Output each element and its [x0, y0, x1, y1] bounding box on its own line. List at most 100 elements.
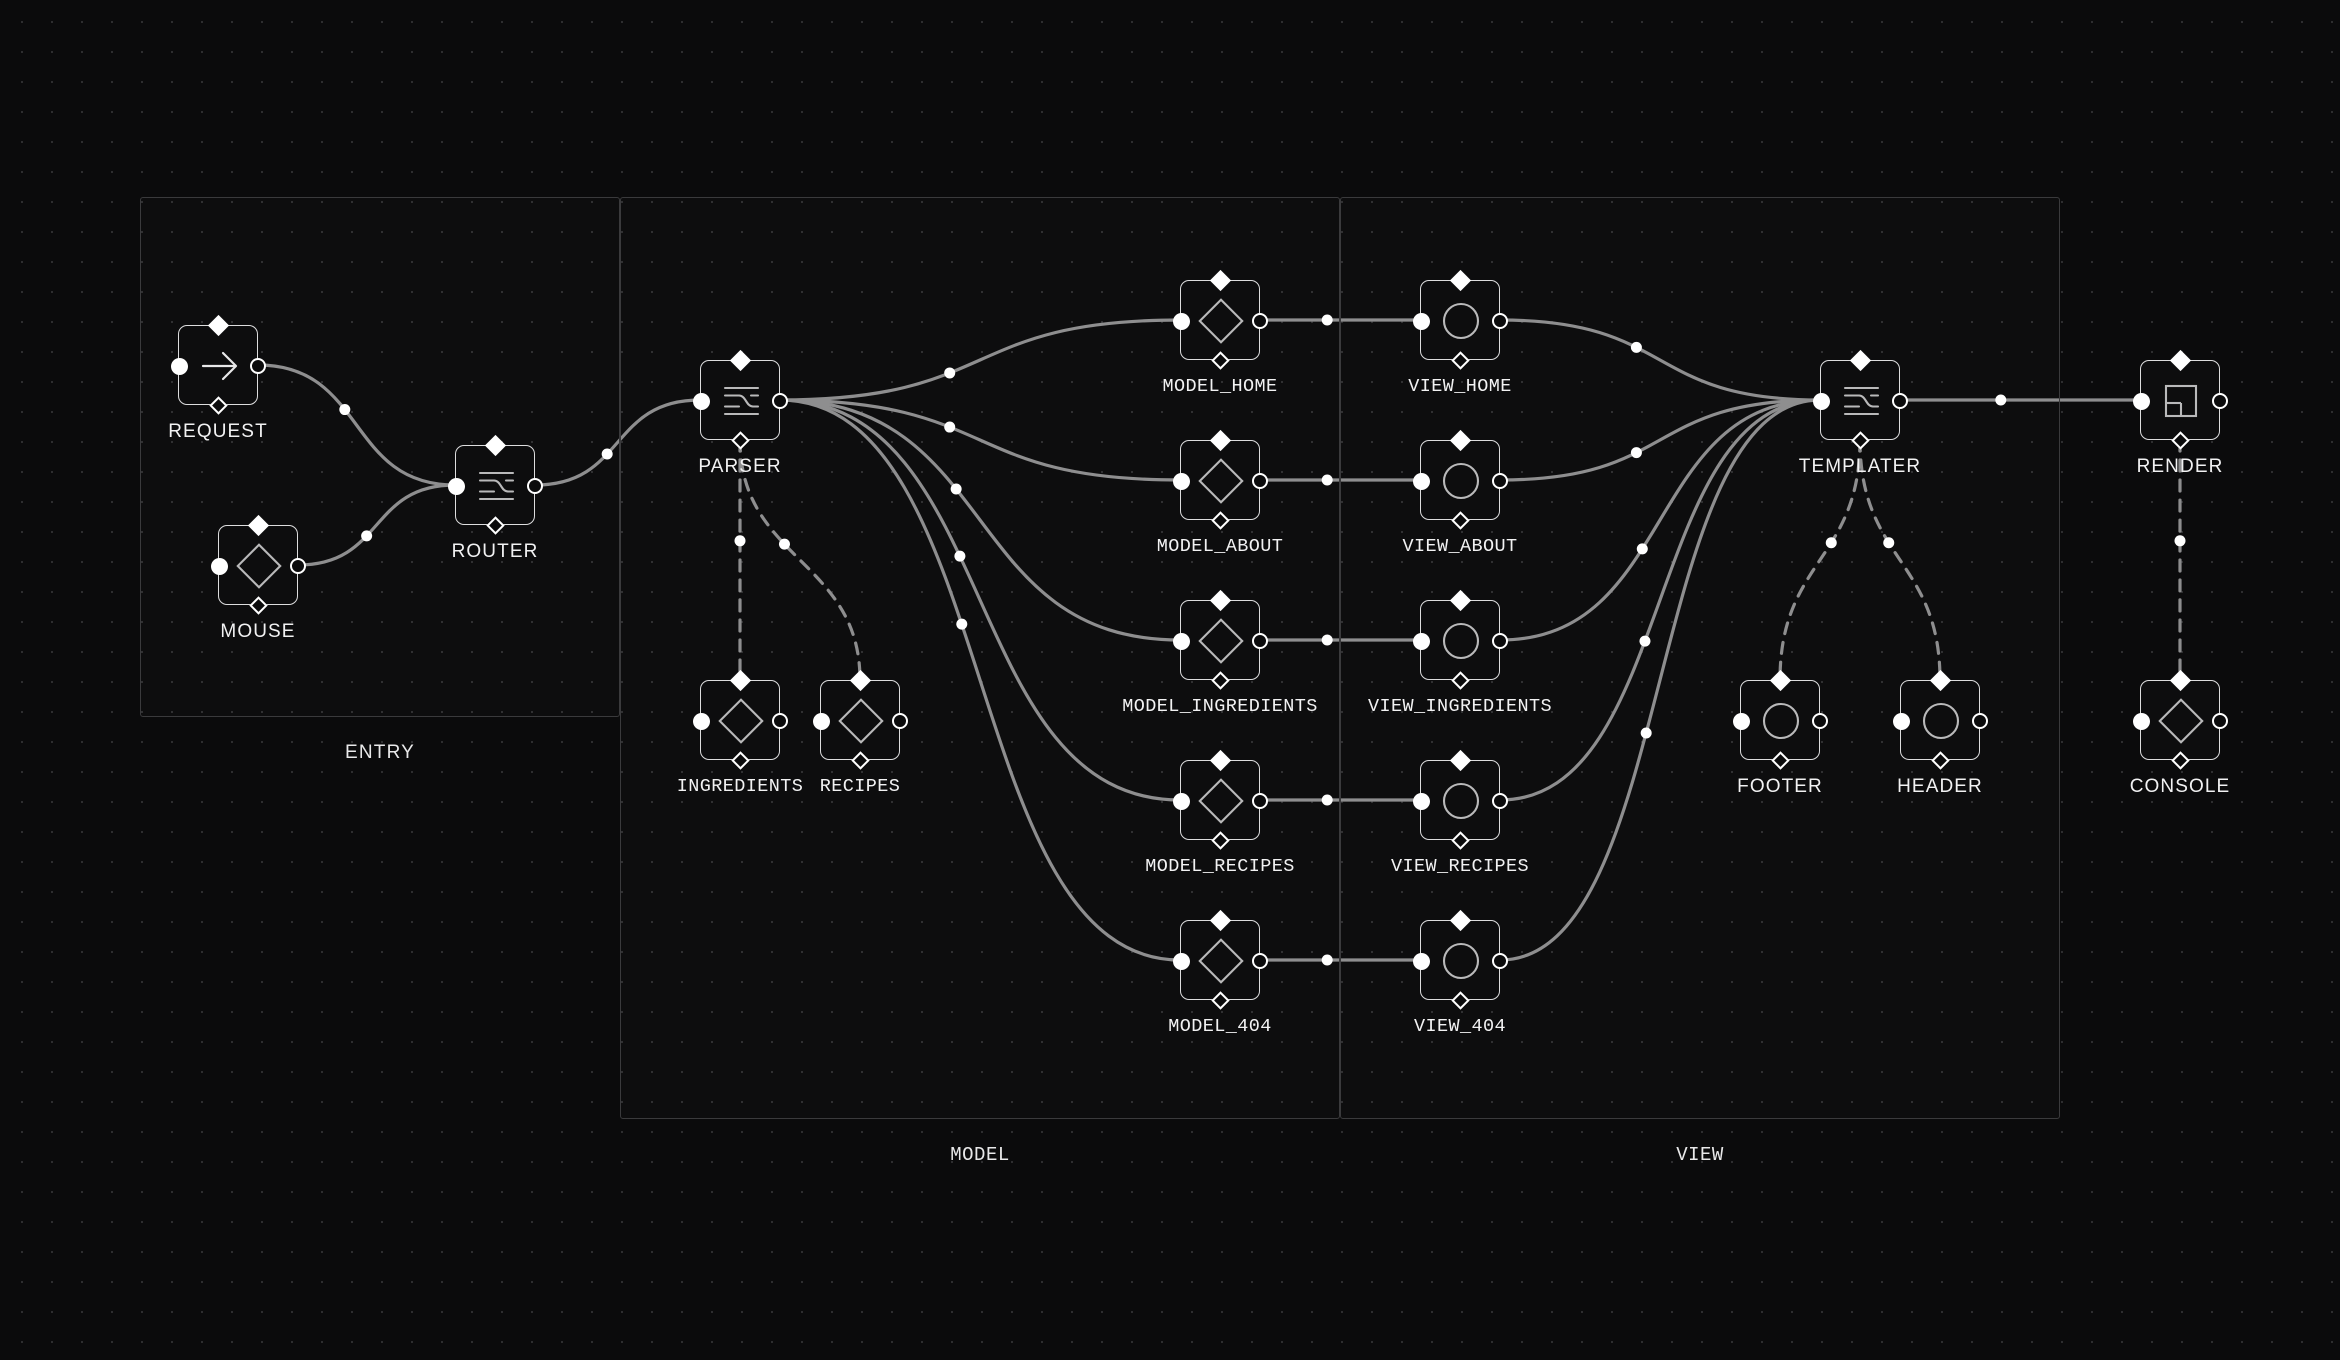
- port-out-header[interactable]: [1972, 713, 1988, 729]
- node-render[interactable]: RENDER: [2132, 349, 2228, 477]
- port-out-view_about[interactable]: [1492, 473, 1508, 489]
- port-in-header[interactable]: [1892, 712, 1910, 730]
- port-out-footer[interactable]: [1812, 713, 1828, 729]
- port-out-mouse[interactable]: [290, 558, 306, 574]
- node-console[interactable]: CONSOLE: [2130, 669, 2229, 797]
- port-in-console[interactable]: [2132, 712, 2150, 730]
- node-label-view_404: VIEW_404: [1413, 1016, 1507, 1037]
- diamond-icon: [701, 681, 779, 759]
- port-in-view_about[interactable]: [1412, 472, 1430, 490]
- node-body-view_ingredients[interactable]: [1412, 589, 1508, 690]
- port-out-render[interactable]: [2212, 393, 2228, 409]
- port-out-request[interactable]: [250, 358, 266, 374]
- port-in-mouse[interactable]: [210, 557, 228, 575]
- node-model_about[interactable]: MODEL_ABOUT: [1157, 429, 1283, 557]
- port-out-parser[interactable]: [772, 393, 788, 409]
- port-out-model_home[interactable]: [1252, 313, 1268, 329]
- port-in-parser[interactable]: [692, 392, 710, 410]
- port-in-model_home[interactable]: [1172, 312, 1190, 330]
- port-out-router[interactable]: [527, 478, 543, 494]
- circle-icon: [1421, 441, 1499, 519]
- node-label-router: ROUTER: [451, 541, 539, 562]
- port-in-model_ingredients[interactable]: [1172, 632, 1190, 650]
- node-label-header: HEADER: [1897, 776, 1983, 797]
- router-icon: [701, 361, 779, 439]
- node-body-view_recipes[interactable]: [1412, 749, 1508, 850]
- port-in-model_about[interactable]: [1172, 472, 1190, 490]
- node-body-recipes[interactable]: [812, 669, 908, 770]
- port-out-model_about[interactable]: [1252, 473, 1268, 489]
- node-model_404[interactable]: MODEL_404: [1168, 909, 1271, 1037]
- node-body-ingredients[interactable]: [692, 669, 788, 770]
- node-body-parser[interactable]: [692, 349, 788, 450]
- node-view_home[interactable]: VIEW_HOME: [1408, 269, 1511, 397]
- node-view_recipes[interactable]: VIEW_RECIPES: [1391, 749, 1529, 877]
- node-body-footer[interactable]: [1732, 669, 1828, 770]
- circle-icon: [1421, 921, 1499, 999]
- node-recipes[interactable]: RECIPES: [812, 669, 908, 797]
- port-out-model_ingredients[interactable]: [1252, 633, 1268, 649]
- node-body-model_home[interactable]: [1172, 269, 1268, 370]
- node-body-model_404[interactable]: [1172, 909, 1268, 1010]
- port-out-recipes[interactable]: [892, 713, 908, 729]
- port-out-model_404[interactable]: [1252, 953, 1268, 969]
- node-mouse[interactable]: MOUSE: [210, 514, 306, 642]
- node-body-view_home[interactable]: [1412, 269, 1508, 370]
- node-label-view_about: VIEW_ABOUT: [1402, 536, 1518, 557]
- node-model_home[interactable]: MODEL_HOME: [1162, 269, 1277, 397]
- node-view_404[interactable]: VIEW_404: [1412, 909, 1508, 1037]
- port-out-templater[interactable]: [1892, 393, 1908, 409]
- node-body-view_404[interactable]: [1412, 909, 1508, 1010]
- group-entry[interactable]: [140, 197, 620, 717]
- node-graph-canvas[interactable]: ENTRY MODEL VIEW REQUEST MOUSE ROUTER PARSER I…: [0, 0, 2340, 1360]
- port-in-ingredients[interactable]: [692, 712, 710, 730]
- node-label-recipes: RECIPES: [819, 776, 901, 797]
- port-in-model_404[interactable]: [1172, 952, 1190, 970]
- router-icon: [1821, 361, 1899, 439]
- node-body-header[interactable]: [1892, 669, 1988, 770]
- node-templater[interactable]: TEMPLATER: [1799, 349, 1920, 477]
- node-request[interactable]: REQUEST: [168, 314, 267, 442]
- port-out-view_ingredients[interactable]: [1492, 633, 1508, 649]
- node-header[interactable]: HEADER: [1892, 669, 1988, 797]
- port-in-view_ingredients[interactable]: [1412, 632, 1430, 650]
- node-body-render[interactable]: [2132, 349, 2228, 450]
- port-out-view_recipes[interactable]: [1492, 793, 1508, 809]
- port-in-view_recipes[interactable]: [1412, 792, 1430, 810]
- node-body-router[interactable]: [447, 434, 543, 535]
- node-ingredients[interactable]: INGREDIENTS: [677, 669, 803, 797]
- port-in-view_home[interactable]: [1412, 312, 1430, 330]
- port-in-recipes[interactable]: [812, 712, 830, 730]
- node-model_ingredients[interactable]: MODEL_INGREDIENTS: [1122, 589, 1317, 717]
- node-parser[interactable]: PARSER: [692, 349, 788, 477]
- node-label-mouse: MOUSE: [220, 621, 296, 642]
- node-body-model_ingredients[interactable]: [1172, 589, 1268, 690]
- port-out-view_404[interactable]: [1492, 953, 1508, 969]
- port-out-view_home[interactable]: [1492, 313, 1508, 329]
- node-model_recipes[interactable]: MODEL_RECIPES: [1145, 749, 1294, 877]
- edge-marker-render-to-console[interactable]: [2174, 535, 2186, 547]
- node-body-request[interactable]: [170, 314, 266, 415]
- node-router[interactable]: ROUTER: [447, 434, 543, 562]
- port-in-render[interactable]: [2132, 392, 2150, 410]
- node-label-view_home: VIEW_HOME: [1408, 376, 1512, 397]
- node-body-model_about[interactable]: [1172, 429, 1268, 530]
- node-body-templater[interactable]: [1812, 349, 1908, 450]
- node-view_about[interactable]: VIEW_ABOUT: [1402, 429, 1517, 557]
- node-body-mouse[interactable]: [210, 514, 306, 615]
- port-in-view_404[interactable]: [1412, 952, 1430, 970]
- node-body-model_recipes[interactable]: [1172, 749, 1268, 850]
- port-in-templater[interactable]: [1812, 392, 1830, 410]
- node-body-console[interactable]: [2132, 669, 2228, 770]
- port-in-footer[interactable]: [1732, 712, 1750, 730]
- port-out-console[interactable]: [2212, 713, 2228, 729]
- node-label-view_recipes: VIEW_RECIPES: [1390, 856, 1530, 877]
- port-in-request[interactable]: [170, 357, 188, 375]
- port-in-router[interactable]: [447, 477, 465, 495]
- port-in-model_recipes[interactable]: [1172, 792, 1190, 810]
- port-out-ingredients[interactable]: [772, 713, 788, 729]
- port-out-model_recipes[interactable]: [1252, 793, 1268, 809]
- node-view_ingredients[interactable]: VIEW_INGREDIENTS: [1368, 589, 1552, 717]
- node-footer[interactable]: FOOTER: [1732, 669, 1828, 797]
- node-body-view_about[interactable]: [1412, 429, 1508, 530]
